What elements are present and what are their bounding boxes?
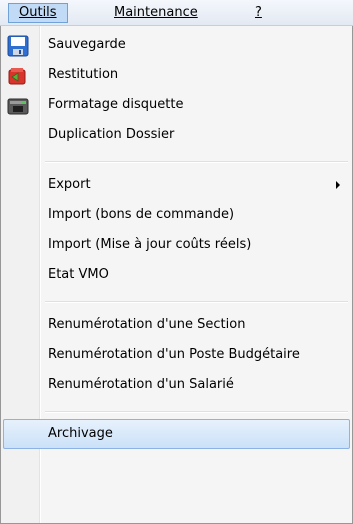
floppy-save-icon [7, 35, 29, 57]
menu-item-sauvegarde[interactable]: Sauvegarde [3, 30, 350, 60]
menu-item-duplication-dossier[interactable]: Duplication Dossier [3, 120, 350, 150]
menu-maintenance-label: Maintenance [114, 5, 198, 20]
menu-item-label: Duplication Dossier [48, 127, 175, 142]
menu-item-formatage-disquette[interactable]: Formatage disquette [3, 90, 350, 120]
menu-maintenance[interactable]: Maintenance [104, 3, 208, 23]
menu-item-label: Renumérotation d'un Poste Budgétaire [48, 347, 300, 362]
menu-help-label: ? [255, 5, 262, 20]
menu-item-label: Export [48, 177, 91, 192]
menu-item-etat-vmo[interactable]: Etat VMO [3, 260, 350, 290]
menu-item-label: Formatage disquette [48, 97, 184, 112]
menu-item-label: Archivage [48, 426, 113, 441]
menu-bar: Outils Maintenance ? [0, 0, 353, 26]
menu-item-archivage[interactable]: Archivage [3, 419, 350, 449]
menu-item-renumerotation-poste-budgetaire[interactable]: Renumérotation d'un Poste Budgétaire [3, 340, 350, 370]
menu-item-label: Import (bons de commande) [48, 207, 235, 222]
menu-help[interactable]: ? [245, 3, 272, 23]
menu-item-label: Import (Mise à jour coûts réels) [48, 237, 252, 252]
menu-item-label: Renumérotation d'un Salarié [48, 377, 234, 392]
menu-item-import-mise-a-jour[interactable]: Import (Mise à jour coûts réels) [3, 230, 350, 260]
floppy-drive-icon [7, 95, 29, 117]
restore-icon [7, 65, 29, 87]
menu-outils[interactable]: Outils [8, 3, 68, 23]
menu-outils-label: Outils [19, 5, 57, 20]
menu-separator [45, 301, 348, 303]
menu-item-restitution[interactable]: Restitution [3, 60, 350, 90]
outils-dropdown-menu: Sauvegarde Restitution Formatage disquet… [0, 26, 353, 524]
menu-item-label: Sauvegarde [48, 37, 126, 52]
menu-item-import-bons-de-commande[interactable]: Import (bons de commande) [3, 200, 350, 230]
menu-item-renumerotation-section[interactable]: Renumérotation d'une Section [3, 310, 350, 340]
submenu-arrow-icon [336, 181, 340, 189]
menu-separator [45, 411, 348, 413]
menu-item-label: Restitution [48, 67, 119, 82]
menu-item-renumerotation-salarie[interactable]: Renumérotation d'un Salarié [3, 370, 350, 400]
menu-separator [45, 161, 348, 163]
menu-item-label: Etat VMO [48, 267, 109, 282]
menu-item-label: Renumérotation d'une Section [48, 317, 246, 332]
menu-item-export[interactable]: Export [3, 170, 350, 200]
